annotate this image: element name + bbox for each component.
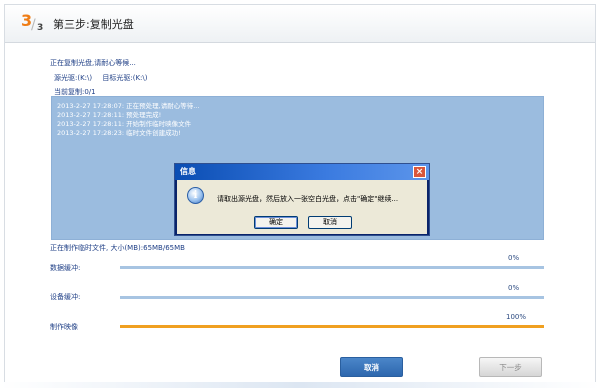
wizard-header: 3 / 3 第三步:复制光盘 xyxy=(5,5,595,43)
drive-info: 源光驱:(K:\) 目标光驱:(K:\) xyxy=(54,73,156,83)
dialog-ok-button[interactable]: 确定 xyxy=(254,216,298,229)
dialog-title: 信息 xyxy=(180,167,196,176)
source-drive-label: 源光驱:(K:\) xyxy=(54,74,93,82)
device-buffer-bar xyxy=(120,296,544,299)
image-build-bar xyxy=(120,325,544,328)
data-buffer-bar xyxy=(120,266,544,269)
device-buffer-label: 设备缓冲: xyxy=(50,293,81,301)
log-line: 2013-2-27 17:28:23: 临时文件创建成功! xyxy=(57,129,181,137)
status-text: 正在复制光盘,请耐心等候... xyxy=(50,59,136,67)
dialog-titlebar[interactable]: 信息 × xyxy=(175,164,429,180)
footer-shade xyxy=(0,382,600,388)
info-dialog: 信息 × i 请取出源光盘，然后放入一张空白光盘，点击"确定"继续... 确定 … xyxy=(174,163,430,236)
data-buffer-label: 数据缓冲: xyxy=(50,264,81,272)
step-total: 3 xyxy=(37,23,44,33)
step-slash: / xyxy=(31,17,36,33)
dialog-message: 请取出源光盘，然后放入一张空白光盘，点击"确定"继续... xyxy=(217,195,399,203)
image-build-label: 制作映像 xyxy=(50,323,78,331)
close-icon[interactable]: × xyxy=(413,166,426,178)
target-drive-label: 目标光驱:(K:\) xyxy=(102,74,148,82)
next-button[interactable]: 下一步 xyxy=(479,357,542,377)
dialog-cancel-button[interactable]: 取消 xyxy=(308,216,352,229)
page-title: 第三步:复制光盘 xyxy=(53,18,134,31)
step-indicator: 3 / 3 xyxy=(19,11,45,39)
cancel-button[interactable]: 取消 xyxy=(340,357,403,377)
temp-file-status: 正在制作临时文件, 大小(MB):65MB/65MB xyxy=(50,244,185,252)
device-buffer-percent: 0% xyxy=(508,284,520,292)
image-build-percent: 100% xyxy=(506,313,527,321)
dialog-body: i 请取出源光盘，然后放入一张空白光盘，点击"确定"继续... 确定 取消 xyxy=(177,180,427,234)
data-buffer-percent: 0% xyxy=(508,254,520,262)
info-icon: i xyxy=(187,187,204,204)
image-build-fill xyxy=(120,325,544,328)
